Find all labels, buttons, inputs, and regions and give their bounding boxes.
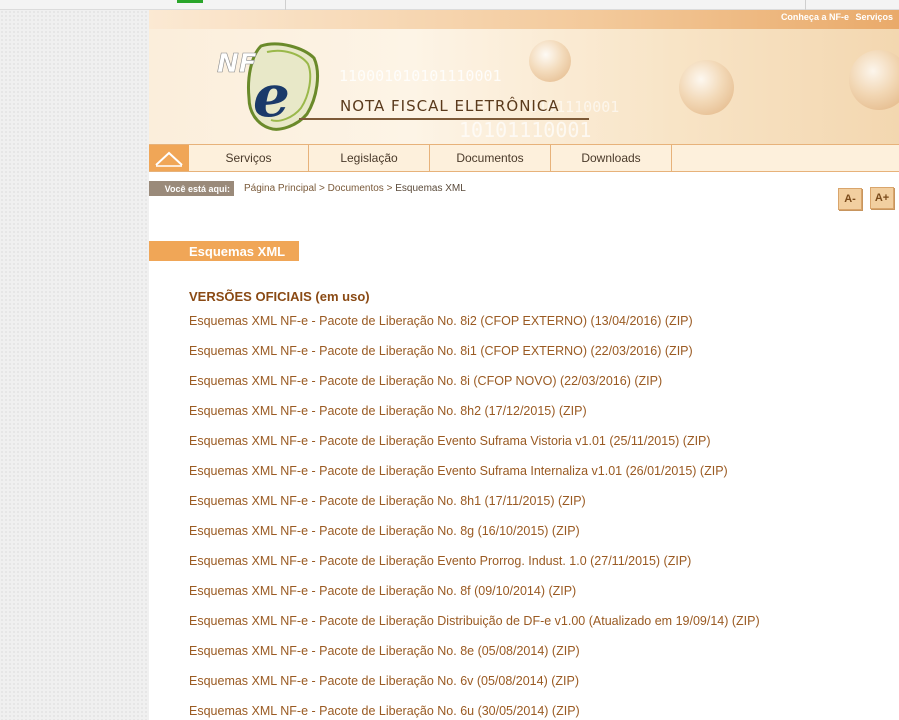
header-links: Conheça a NF-e Serviços bbox=[777, 12, 893, 22]
download-link[interactable]: Esquemas XML NF-e - Pacote de Liberação … bbox=[189, 673, 760, 703]
header-top-bar: Conheça a NF-e Serviços bbox=[149, 10, 899, 29]
breadcrumb-separator: > bbox=[386, 183, 393, 194]
sphere-decoration bbox=[529, 40, 571, 82]
divider bbox=[805, 0, 806, 10]
breadcrumb-item-home[interactable]: Página Principal bbox=[244, 183, 316, 194]
header-link-conheca[interactable]: Conheça a NF-e bbox=[781, 12, 849, 22]
download-link[interactable]: Esquemas XML NF-e - Pacote de Liberação … bbox=[189, 703, 760, 720]
download-link[interactable]: Esquemas XML NF-e - Pacote de Liberação … bbox=[189, 403, 760, 433]
browser-top-strip bbox=[0, 0, 899, 10]
download-link[interactable]: Esquemas XML NF-e - Pacote de Liberação … bbox=[189, 433, 760, 463]
nav-item-servicos[interactable]: Serviços bbox=[189, 145, 309, 171]
sphere-decoration bbox=[849, 50, 899, 110]
font-increase-button[interactable]: A+ bbox=[870, 187, 894, 209]
breadcrumb: Página Principal > Documentos > Esquemas… bbox=[244, 183, 466, 194]
download-link[interactable]: Esquemas XML NF-e - Pacote de Liberação … bbox=[189, 643, 760, 673]
nav-item-legislacao[interactable]: Legislação bbox=[309, 145, 430, 171]
download-links-list: Esquemas XML NF-e - Pacote de Liberação … bbox=[189, 313, 760, 720]
download-link[interactable]: Esquemas XML NF-e - Pacote de Liberação … bbox=[189, 343, 760, 373]
download-link[interactable]: Esquemas XML NF-e - Pacote de Liberação … bbox=[189, 613, 760, 643]
site-header: Conheça a NF-e Serviços 1100010101011100… bbox=[149, 10, 899, 144]
download-link[interactable]: Esquemas XML NF-e - Pacote de Liberação … bbox=[189, 553, 760, 583]
page-content: Conheça a NF-e Serviços 1100010101011100… bbox=[149, 10, 899, 720]
nfe-logo: NF e bbox=[217, 42, 319, 131]
title-underline bbox=[299, 118, 589, 120]
download-link[interactable]: Esquemas XML NF-e - Pacote de Liberação … bbox=[189, 583, 760, 613]
sphere-decoration bbox=[679, 60, 734, 115]
divider bbox=[285, 0, 286, 10]
section-title: Esquemas XML bbox=[149, 241, 299, 261]
binary-decoration: 10101110001 bbox=[459, 118, 592, 142]
home-button[interactable] bbox=[149, 145, 189, 171]
download-link[interactable]: Esquemas XML NF-e - Pacote de Liberação … bbox=[189, 313, 760, 343]
tab-indicator bbox=[177, 0, 203, 3]
binary-decoration: 110001010101110001 bbox=[339, 67, 502, 85]
breadcrumb-item-current: Esquemas XML bbox=[395, 183, 466, 194]
download-link[interactable]: Esquemas XML NF-e - Pacote de Liberação … bbox=[189, 373, 760, 403]
download-link[interactable]: Esquemas XML NF-e - Pacote de Liberação … bbox=[189, 493, 760, 523]
nav-item-downloads[interactable]: Downloads bbox=[551, 145, 672, 171]
breadcrumb-item-documentos[interactable]: Documentos bbox=[328, 183, 384, 194]
versions-heading: VERSÕES OFICIAIS (em uso) bbox=[189, 289, 370, 304]
download-link[interactable]: Esquemas XML NF-e - Pacote de Liberação … bbox=[189, 523, 760, 553]
main-nav: Serviços Legislação Documentos Downloads bbox=[149, 144, 899, 172]
breadcrumb-separator: > bbox=[319, 183, 325, 194]
nav-item-documentos[interactable]: Documentos bbox=[430, 145, 551, 171]
svg-text:e: e bbox=[253, 62, 290, 130]
header-link-servicos[interactable]: Serviços bbox=[855, 12, 893, 22]
breadcrumb-label: Você está aqui: bbox=[149, 181, 234, 196]
svg-text:NF: NF bbox=[217, 49, 257, 79]
site-title: NOTA FISCAL ELETRÔNICA bbox=[340, 97, 560, 115]
font-decrease-button[interactable]: A- bbox=[838, 188, 862, 210]
download-link[interactable]: Esquemas XML NF-e - Pacote de Liberação … bbox=[189, 463, 760, 493]
left-background bbox=[0, 10, 149, 720]
home-icon bbox=[155, 151, 183, 167]
